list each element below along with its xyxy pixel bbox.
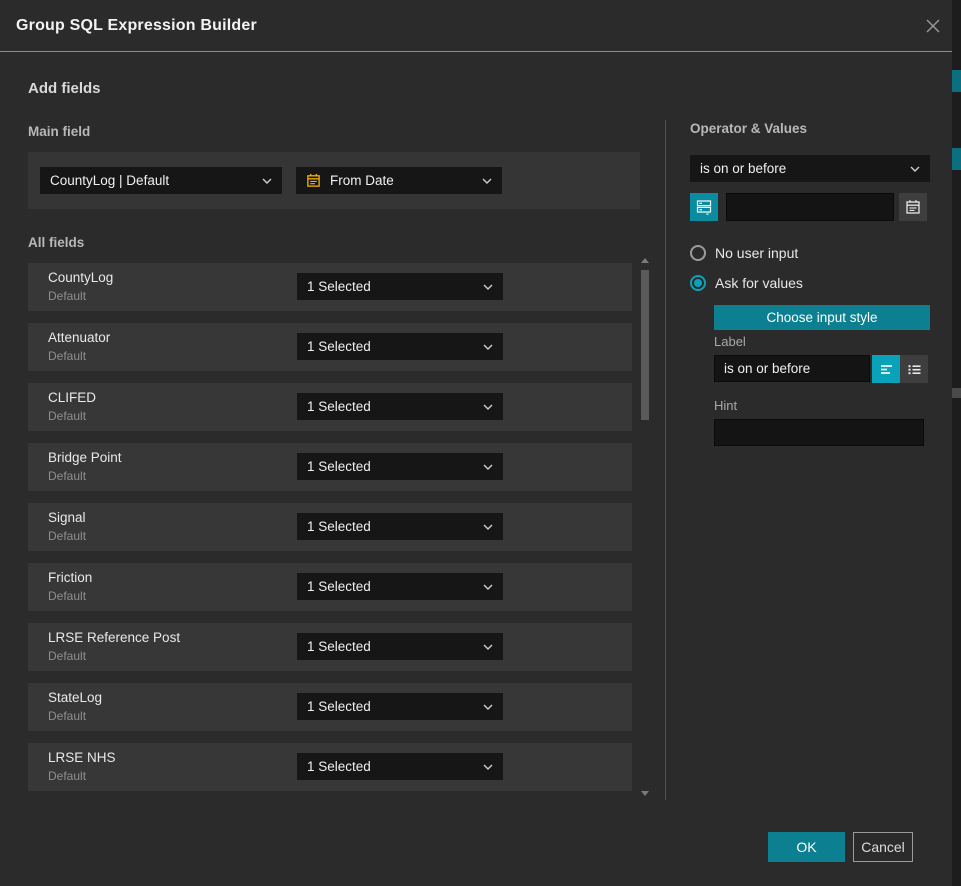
chevron-down-icon [262,178,272,184]
field-sublabel: Default [48,469,86,483]
field-sublabel: Default [48,589,86,603]
chevron-down-icon [483,284,493,290]
field-row-statelog: StateLog Default 1 Selected [28,683,632,731]
list-scrollbar[interactable] [641,256,650,798]
dialog-title: Group SQL Expression Builder [16,0,257,52]
main-field-field-select[interactable]: From Date [296,167,502,194]
chevron-down-icon [483,344,493,350]
chevron-down-icon [483,644,493,650]
field-values-select[interactable]: 1 Selected [297,453,503,480]
input-type-icon[interactable] [690,193,718,221]
chevron-down-icon [483,464,493,470]
chevron-down-icon [483,764,493,770]
field-values-select[interactable]: 1 Selected [297,693,503,720]
field-sublabel: Default [48,289,86,303]
field-sublabel: Default [48,349,86,363]
all-fields-list: CountyLog Default 1 Selected Attenuator … [28,263,632,803]
field-name: LRSE NHS [48,750,116,765]
all-fields-heading: All fields [28,235,84,250]
field-row-friction: Friction Default 1 Selected [28,563,632,611]
hint-input[interactable] [714,419,924,446]
calendar-icon [306,173,321,188]
cancel-button[interactable]: Cancel [853,832,913,862]
chevron-down-icon [483,404,493,410]
scrollbar-up-arrow-icon[interactable] [641,258,649,263]
field-row-countylog: CountyLog Default 1 Selected [28,263,632,311]
panel-divider [665,120,666,800]
radio-ask-for-values[interactable]: Ask for values [690,274,930,292]
operator-select[interactable]: is on or before [690,155,930,182]
field-row-attenuator: Attenuator Default 1 Selected [28,323,632,371]
field-sublabel: Default [48,769,86,783]
field-values-select[interactable]: 1 Selected [297,393,503,420]
field-row-clifed: CLIFED Default 1 Selected [28,383,632,431]
dialog-header: Group SQL Expression Builder [0,0,952,52]
background-edge-segment [952,70,961,92]
field-row-lrse-nhs: LRSE NHS Default 1 Selected [28,743,632,791]
operator-values-heading: Operator & Values [690,121,807,136]
field-row-lrse-reference-post: LRSE Reference Post Default 1 Selected [28,623,632,671]
date-value-input[interactable] [726,193,894,221]
main-field-field-value: From Date [330,173,476,188]
radio-no-user-input-label: No user input [715,245,798,261]
field-sublabel: Default [48,529,86,543]
label-style-toggle-group [872,355,928,383]
field-name: CLIFED [48,390,96,405]
field-name: LRSE Reference Post [48,630,180,645]
group-sql-expression-builder-dialog: Group SQL Expression Builder Add fields … [0,0,952,886]
bulleted-list-icon[interactable] [900,355,928,383]
hint-caption: Hint [714,398,737,413]
field-name: Friction [48,570,92,585]
main-field-box: CountyLog | Default From Date [28,152,640,209]
field-values-select[interactable]: 1 Selected [297,633,503,660]
field-name: Signal [48,510,86,525]
field-name: StateLog [48,690,102,705]
scrollbar-thumb[interactable] [641,270,649,420]
radio-no-user-input[interactable]: No user input [690,244,930,262]
field-name: CountyLog [48,270,113,285]
label-caption: Label [714,334,746,349]
field-name: Bridge Point [48,450,122,465]
align-left-icon[interactable] [872,355,900,383]
main-field-heading: Main field [28,124,90,139]
add-fields-heading: Add fields [28,80,101,97]
field-row-bridge-point: Bridge Point Default 1 Selected [28,443,632,491]
background-edge-segment [952,388,961,398]
background-edge-segment [952,148,961,170]
main-field-source-value: CountyLog | Default [50,173,256,188]
field-values-select[interactable]: 1 Selected [297,333,503,360]
screen: Group SQL Expression Builder Add fields … [0,0,961,886]
field-values-select[interactable]: 1 Selected [297,573,503,600]
radio-ask-for-values-label: Ask for values [715,275,803,291]
field-values-select[interactable]: 1 Selected [297,753,503,780]
radio-selected-icon[interactable] [690,275,706,291]
value-input-row [690,193,930,221]
field-name: Attenuator [48,330,110,345]
field-sublabel: Default [48,409,86,423]
main-field-source-select[interactable]: CountyLog | Default [40,167,282,194]
scrollbar-down-arrow-icon[interactable] [641,791,649,796]
background-app-edge [952,0,961,886]
close-icon[interactable] [924,17,942,35]
chevron-down-icon [910,166,920,172]
field-sublabel: Default [48,709,86,723]
choose-input-style-button[interactable]: Choose input style [714,305,930,330]
chevron-down-icon [483,704,493,710]
field-row-signal: Signal Default 1 Selected [28,503,632,551]
chevron-down-icon [482,178,492,184]
chevron-down-icon [483,524,493,530]
radio-unselected-icon[interactable] [690,245,706,261]
calendar-picker-icon[interactable] [899,193,927,221]
field-values-select[interactable]: 1 Selected [297,273,503,300]
field-values-select[interactable]: 1 Selected [297,513,503,540]
operator-value: is on or before [700,161,904,176]
field-sublabel: Default [48,649,86,663]
ok-button[interactable]: OK [768,832,845,862]
label-input[interactable] [714,355,870,382]
chevron-down-icon [483,584,493,590]
